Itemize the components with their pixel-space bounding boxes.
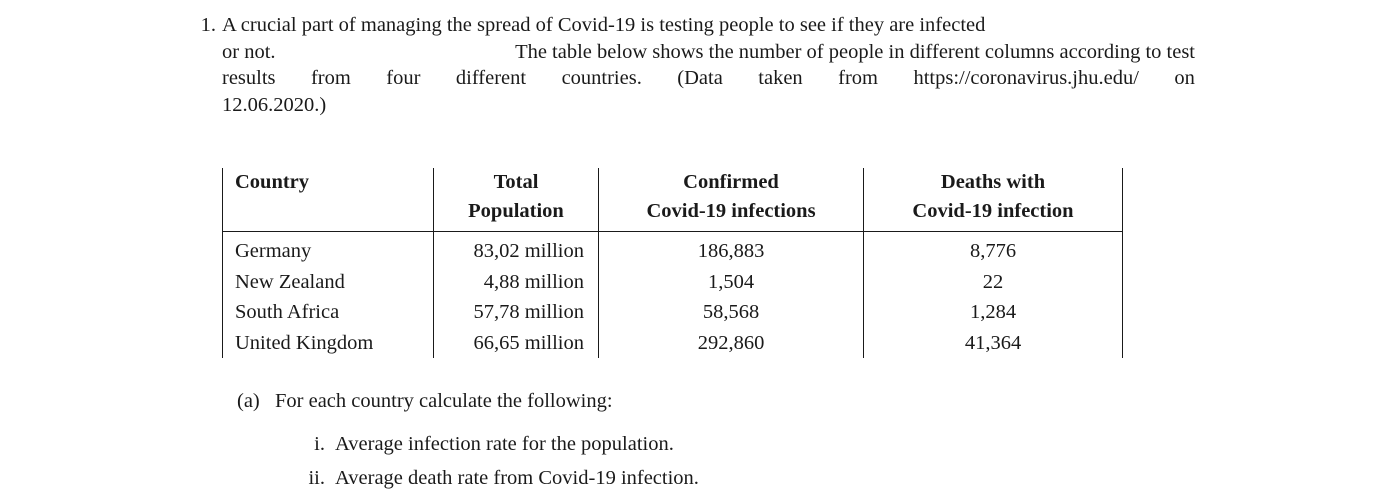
subitem-marker-ii: ii.	[308, 466, 325, 489]
cell-deaths: 22	[863, 266, 1123, 297]
problem-number: 1.	[200, 14, 216, 36]
subitem-text-i: Average infection rate for the populatio…	[335, 433, 674, 455]
part-a-text: For each country calculate the following…	[275, 390, 613, 412]
problem-text: A crucial part of managing the spread of…	[222, 12, 1195, 118]
cell-population: 83,02 million	[433, 231, 599, 267]
subitem-marker-i: i.	[314, 433, 325, 455]
table-row: South Africa 57,78 million 58,568 1,284	[222, 297, 1123, 328]
table-header: Country Total Confirmed Deaths with Popu…	[222, 168, 1123, 232]
problem-text-line-4: 12.06.2020.)	[222, 93, 327, 116]
list-item: i. Average infection rate for the popula…	[288, 428, 699, 462]
table-header-row-2: Population Covid-19 infections Covid-19 …	[222, 197, 1123, 232]
cell-deaths: 1,284	[863, 297, 1123, 328]
table-header-row-1: Country Total Confirmed Deaths with	[222, 168, 1123, 197]
part-a: (a) For each country calculate the follo…	[237, 388, 613, 415]
column-header-confirmed-line2: Covid-19 infections	[598, 197, 864, 232]
cell-country: United Kingdom	[222, 327, 434, 358]
cell-country: New Zealand	[222, 266, 434, 297]
column-header-country-line2	[222, 197, 434, 232]
cell-country: Germany	[222, 231, 434, 267]
cell-country: South Africa	[222, 297, 434, 328]
column-header-population-line1: Total	[433, 168, 599, 197]
cell-confirmed: 292,860	[598, 327, 864, 358]
problem-text-line-1: A crucial part of managing the spread of…	[222, 14, 986, 36]
cell-population: 4,88 million	[433, 266, 599, 297]
cell-deaths: 8,776	[863, 231, 1123, 267]
cell-deaths: 41,364	[863, 327, 1123, 358]
column-header-population-line2: Population	[433, 197, 599, 232]
table-row: Germany 83,02 million 186,883 8,776	[222, 231, 1123, 267]
column-header-country: Country	[222, 168, 434, 197]
cell-confirmed: 58,568	[598, 297, 864, 328]
column-header-deaths-line1: Deaths with	[863, 168, 1123, 197]
covid-data-table-container: Country Total Confirmed Deaths with Popu…	[222, 168, 1123, 358]
cell-population: 66,65 million	[433, 327, 599, 358]
column-header-confirmed-line1: Confirmed	[598, 168, 864, 197]
document-page: 1. A crucial part of managing the spread…	[0, 0, 1389, 502]
problem-text-line-3: results from four different countries. (…	[222, 65, 1195, 92]
covid-data-table: Country Total Confirmed Deaths with Popu…	[222, 168, 1123, 358]
problem-item-1: 1. A crucial part of managing the spread…	[190, 12, 1195, 118]
table-body: Germany 83,02 million 186,883 8,776 New …	[222, 231, 1123, 358]
table-row: United Kingdom 66,65 million 292,860 41,…	[222, 327, 1123, 358]
cell-confirmed: 1,504	[598, 266, 864, 297]
table-row: New Zealand 4,88 million 1,504 22	[222, 266, 1123, 297]
part-a-subitems: i. Average infection rate for the popula…	[288, 428, 699, 496]
subitem-text-ii: Average death rate from Covid-19 infecti…	[335, 466, 699, 489]
source-url: https://coronavirus.jhu.edu/	[913, 67, 1139, 89]
list-item: ii. Average death rate from Covid-19 inf…	[288, 462, 699, 496]
problem-text-line-2: or not. The table below shows the number…	[222, 40, 1195, 63]
cell-confirmed: 186,883	[598, 231, 864, 267]
cell-population: 57,78 million	[433, 297, 599, 328]
column-header-deaths-line2: Covid-19 infection	[863, 197, 1123, 232]
part-a-marker: (a)	[237, 390, 260, 412]
